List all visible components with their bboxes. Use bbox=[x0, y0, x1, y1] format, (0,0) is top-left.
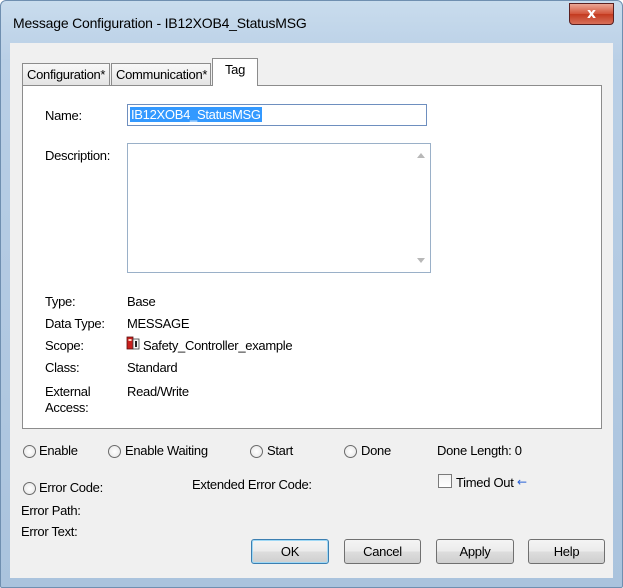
description-label: Description: bbox=[45, 148, 111, 163]
external-access-value: Read/Write bbox=[127, 384, 189, 399]
enable-waiting-indicator bbox=[108, 445, 121, 458]
type-value: Base bbox=[127, 294, 156, 309]
tab-configuration[interactable]: Configuration* bbox=[22, 63, 110, 85]
controller-icon bbox=[126, 336, 140, 350]
type-label: Type: bbox=[45, 294, 76, 309]
scope-value: Safety_Controller_example bbox=[143, 338, 293, 353]
cancel-button[interactable]: Cancel bbox=[344, 539, 421, 564]
message-configuration-window: Message Configuration - IB12XOB4_StatusM… bbox=[0, 0, 623, 588]
timed-out-checkbox[interactable] bbox=[438, 474, 452, 488]
timed-out-label: Timed Out bbox=[456, 475, 514, 490]
data-type-label: Data Type: bbox=[45, 316, 105, 331]
external-access-label-line2: Access: bbox=[45, 400, 89, 415]
error-text-label: Error Text: bbox=[21, 524, 78, 539]
extended-error-code-label: Extended Error Code: bbox=[192, 477, 312, 492]
data-type-value: MESSAGE bbox=[127, 316, 190, 331]
description-field[interactable] bbox=[127, 143, 431, 273]
ok-button[interactable]: OK bbox=[251, 539, 329, 564]
description-scrollbar[interactable] bbox=[413, 144, 430, 272]
external-access-label-line1: External bbox=[45, 384, 91, 399]
dialog-client-area: Configuration* Communication* Tag Name: … bbox=[10, 43, 613, 578]
start-indicator bbox=[250, 445, 263, 458]
error-path-label: Error Path: bbox=[21, 503, 81, 518]
scroll-up-icon[interactable] bbox=[417, 153, 425, 158]
done-length: Done Length: 0 bbox=[437, 443, 522, 458]
tag-panel: Name: IB12XOB4_StatusMSG Description: Ty… bbox=[22, 85, 602, 429]
tab-communication[interactable]: Communication* bbox=[111, 63, 211, 85]
enable-label: Enable bbox=[39, 443, 78, 458]
left-arrow-icon: ← bbox=[517, 475, 528, 489]
enable-indicator bbox=[23, 445, 36, 458]
help-button[interactable]: Help bbox=[528, 539, 605, 564]
class-value: Standard bbox=[127, 360, 178, 375]
error-code-label: Error Code: bbox=[39, 480, 103, 495]
name-field-value: IB12XOB4_StatusMSG bbox=[130, 107, 262, 122]
apply-button[interactable]: Apply bbox=[436, 539, 514, 564]
name-label: Name: bbox=[45, 108, 82, 123]
title-bar[interactable]: Message Configuration - IB12XOB4_StatusM… bbox=[1, 1, 622, 41]
done-indicator bbox=[344, 445, 357, 458]
window-title: Message Configuration - IB12XOB4_StatusM… bbox=[13, 15, 307, 31]
start-label: Start bbox=[267, 443, 293, 458]
close-button[interactable]: x bbox=[569, 3, 614, 25]
enable-waiting-label: Enable Waiting bbox=[125, 443, 208, 458]
scroll-down-icon[interactable] bbox=[417, 258, 425, 263]
tab-tag[interactable]: Tag bbox=[212, 58, 258, 86]
class-label: Class: bbox=[45, 360, 80, 375]
done-label: Done bbox=[361, 443, 391, 458]
scope-label: Scope: bbox=[45, 338, 84, 353]
error-code-indicator bbox=[23, 482, 36, 495]
name-field[interactable]: IB12XOB4_StatusMSG bbox=[127, 104, 427, 126]
